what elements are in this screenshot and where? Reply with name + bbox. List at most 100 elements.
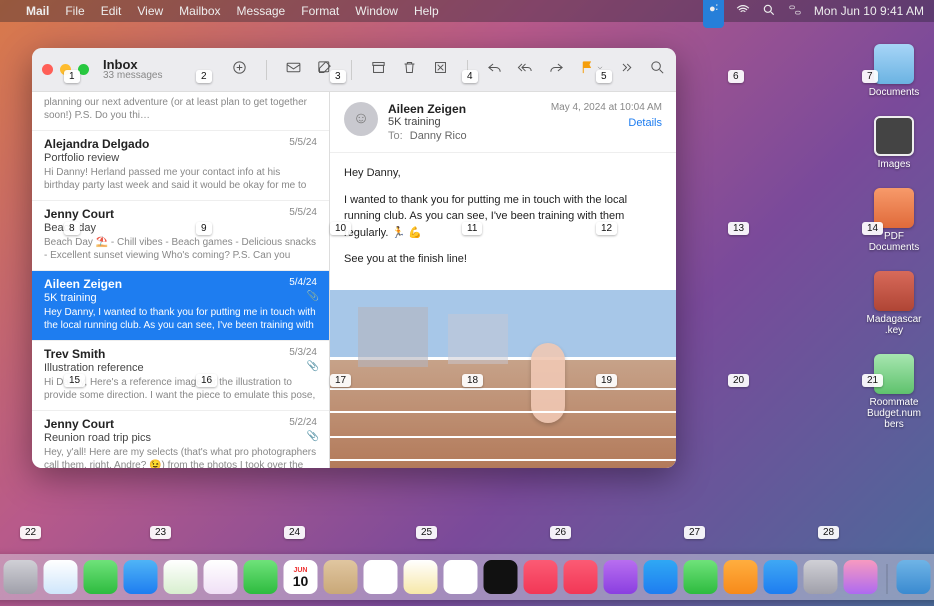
filter-icon[interactable] [231,59,248,81]
dock-app-launchpad[interactable] [4,560,38,594]
menu-edit[interactable]: Edit [101,4,122,18]
message-preview: Beach Day ⛱️ - Chill vibes - Beach games… [44,236,317,262]
message-subject: Illustration reference [44,362,317,374]
dock-app-maps[interactable] [164,560,198,594]
attached-image[interactable] [330,290,676,469]
grid-marker-22: 22 [20,526,41,539]
desktop-item-label: Madagascar.key [866,314,922,336]
mailbox-subtitle: 33 messages [103,71,162,81]
fullscreen-button[interactable] [78,64,89,75]
menu-format[interactable]: Format [301,4,339,18]
dock-app-facetime[interactable] [244,560,278,594]
message-list[interactable]: planning our next adventure (or at least… [32,92,330,468]
search-icon[interactable] [649,59,666,81]
dock-app-podcasts[interactable] [604,560,638,594]
menubar: Mail File Edit View Mailbox Message Form… [0,0,934,22]
voice-control-icon[interactable]: ●࿒ [703,0,724,28]
more-icon[interactable] [618,59,635,81]
desktop-item-label: Images [878,159,911,170]
dock-app-photos[interactable] [204,560,238,594]
desktop-item-pdf-documents[interactable]: PDF Documents [866,188,922,253]
body-paragraph: I wanted to thank you for putting me in … [344,192,662,242]
message-preview: Hey Danny, I wanted to thank you for put… [44,306,317,332]
dock-app-mail[interactable] [124,560,158,594]
menu-view[interactable]: View [137,4,163,18]
compose-icon[interactable] [316,59,333,81]
menu-message[interactable]: Message [237,4,286,18]
reply-all-icon[interactable] [517,59,534,81]
message-date: 5/3/24 [289,347,317,358]
forward-icon[interactable] [548,59,565,81]
desktop-item-images[interactable]: Images [866,116,922,170]
dock-app-numbers[interactable] [684,560,718,594]
details-link[interactable]: Details [551,117,662,129]
paperclip-icon: 📎 [307,291,319,302]
list-item[interactable]: Jenny Court5/5/24Beach dayBeach Day ⛱️ -… [32,201,329,271]
thumb-icon [874,44,914,84]
list-item[interactable]: Jenny Court5/2/24📎Reunion road trip pics… [32,411,329,468]
message-sender: Aileen Zeigen [44,277,317,291]
desktop-item-roommate-budget-numbers[interactable]: Roommate Budget.numbers [866,354,922,430]
dock-app-calendar[interactable]: JUN10 [284,560,318,594]
message-subject: Reunion road trip pics [44,432,317,444]
thumb-icon [874,354,914,394]
dock-app-notes[interactable] [404,560,438,594]
message-reader: ☺ Aileen Zeigen 5K training To: Danny Ri… [330,92,676,468]
control-center-icon[interactable] [788,3,802,20]
menu-file[interactable]: File [65,4,84,18]
list-item-truncated[interactable]: planning our next adventure (or at least… [32,92,329,131]
window-controls [42,64,89,75]
reader-body: Hey Danny,I wanted to thank you for putt… [330,153,676,290]
dock-app-pages[interactable] [724,560,758,594]
list-item[interactable]: Aileen Zeigen5/4/24📎5K trainingHey Danny… [32,271,329,341]
menu-mailbox[interactable]: Mailbox [179,4,220,18]
message-sender: Alejandra Delgado [44,137,317,151]
menu-window[interactable]: Window [355,4,398,18]
reader-datetime: May 4, 2024 at 10:04 AM [551,102,662,113]
datetime[interactable]: Mon Jun 10 9:41 AM [814,4,924,18]
junk-icon[interactable] [432,59,449,81]
message-date: 5/2/24 [289,417,317,428]
grid-marker-6: 6 [728,70,744,83]
dock-app-news[interactable] [564,560,598,594]
dock-app-messages[interactable] [84,560,118,594]
dock-downloads-folder[interactable] [897,560,931,594]
message-preview: planning our next adventure (or at least… [44,96,317,122]
message-sender: Trev Smith [44,347,317,361]
avatar: ☺ [344,102,378,136]
reply-icon[interactable] [486,59,503,81]
desktop-item-label: Roommate Budget.numbers [866,397,922,430]
dock-app-keynote[interactable] [644,560,678,594]
dock-app-appstore[interactable] [764,560,798,594]
menu-help[interactable]: Help [414,4,439,18]
grid-marker-25: 25 [416,526,437,539]
desktop-item-madagascar-key[interactable]: Madagascar.key [866,271,922,336]
dock-app-music[interactable] [524,560,558,594]
envelope-icon[interactable] [285,59,302,81]
dock-app-safari[interactable] [44,560,78,594]
message-sender: Jenny Court [44,207,317,221]
message-date: 5/5/24 [289,137,317,148]
list-item[interactable]: Trev Smith5/3/24📎Illustration referenceH… [32,341,329,411]
wifi-icon[interactable] [736,3,750,20]
dock-app-iphone-mirroring[interactable] [844,560,878,594]
app-menu[interactable]: Mail [26,4,49,18]
dock-app-freeform[interactable] [444,560,478,594]
dock-app-settings[interactable] [804,560,838,594]
close-button[interactable] [42,64,53,75]
trash-icon[interactable] [401,59,418,81]
minimize-button[interactable] [60,64,71,75]
dock-app-tv[interactable] [484,560,518,594]
list-item[interactable]: Alejandra Delgado5/5/24 Portfolio review H… [32,131,329,201]
dock-app-contacts[interactable] [324,560,358,594]
flag-icon[interactable] [579,59,604,81]
desktop-item-documents[interactable]: Documents [866,44,922,98]
spotlight-icon[interactable] [762,3,776,20]
message-subject: Portfolio review [44,152,317,164]
desktop-item-label: Documents [869,87,920,98]
message-sender: Jenny Court [44,417,317,431]
archive-icon[interactable] [370,59,387,81]
grid-marker-20: 20 [728,374,749,387]
message-preview: Hi Danny! Herland passed me your contact… [44,166,317,192]
dock-app-reminders[interactable] [364,560,398,594]
